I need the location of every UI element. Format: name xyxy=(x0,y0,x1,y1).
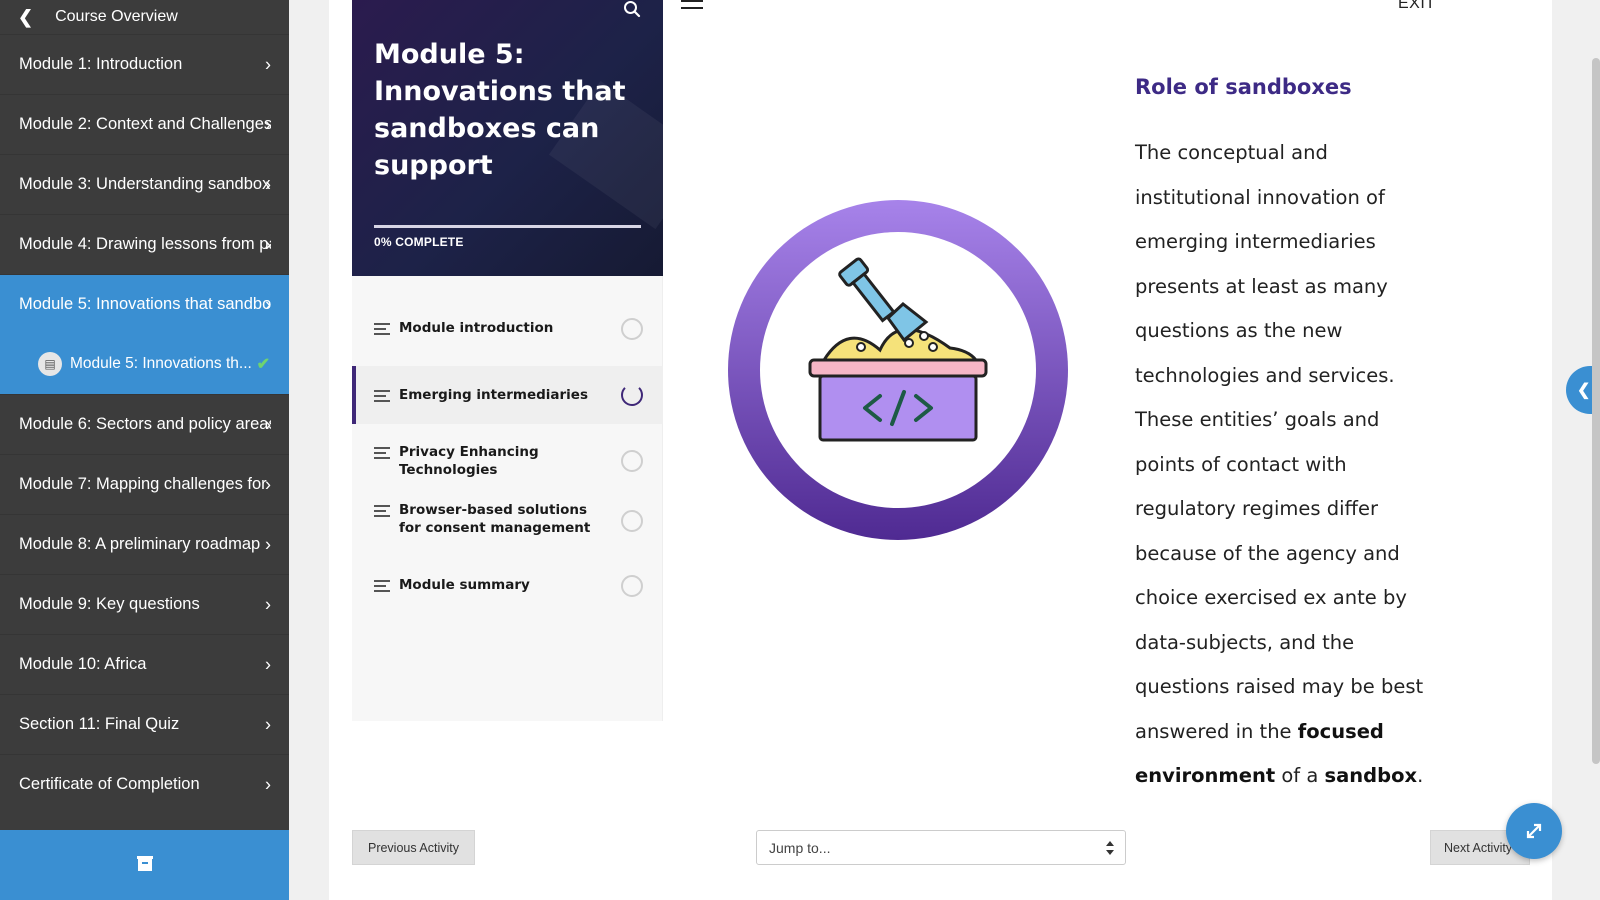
previous-activity-button[interactable]: Previous Activity xyxy=(352,830,475,865)
sidebar-item-label: Module 7: Mapping challenges for xyxy=(19,475,267,493)
expand-icon xyxy=(1526,823,1542,839)
chevron-right-icon: › xyxy=(265,414,271,434)
sidebar-item-label: Module 10: Africa xyxy=(19,655,147,673)
content-body-text: The conceptual and institutional innovat… xyxy=(1135,141,1424,743)
chevron-right-icon: › xyxy=(265,594,271,614)
sidebar-item-module-5[interactable]: Module 5: Innovations that sandboxes › xyxy=(0,274,289,334)
sidebar-item-certificate[interactable]: Certificate of Completion › xyxy=(0,754,289,814)
sidebar-item-module-9[interactable]: Module 9: Key questions › xyxy=(0,574,289,634)
in-progress-circle-icon xyxy=(621,384,643,406)
sidebar-item-final-quiz[interactable]: Section 11: Final Quiz › xyxy=(0,694,289,754)
sidebar-item-label: Module 1: Introduction xyxy=(19,55,183,73)
chevron-right-icon: › xyxy=(265,114,271,134)
chevron-right-icon: › xyxy=(265,654,271,674)
chevron-down-icon: › xyxy=(265,294,271,314)
lesson-item-module-summary[interactable]: Module summary xyxy=(352,574,663,597)
sidebar-item-module-1[interactable]: Module 1: Introduction › xyxy=(0,34,289,94)
scrollbar[interactable] xyxy=(1592,58,1600,764)
status-circle-icon xyxy=(621,450,643,472)
archive-icon xyxy=(136,856,153,871)
sidebar-item-label: Module 6: Sectors and policy areas xyxy=(19,415,271,433)
sidebar-item-label: Module 5: Innovations that sandboxes xyxy=(19,295,271,313)
sidebar-item-label: Module 9: Key questions xyxy=(19,595,200,613)
chevron-right-icon: › xyxy=(265,474,271,494)
lesson-doc-icon: ▤ xyxy=(38,352,62,376)
sidebar-subitem-module-5-lesson[interactable]: ▤ Module 5: Innovations th... ✔ xyxy=(0,334,289,394)
lesson-item-emerging-intermediaries[interactable]: Emerging intermediaries xyxy=(352,366,663,424)
sidebar-footer-button[interactable] xyxy=(0,830,289,900)
jump-to-select[interactable]: Jump to... xyxy=(756,830,1126,865)
content-connector: of a xyxy=(1281,764,1319,787)
chevron-right-icon: › xyxy=(265,174,271,194)
status-circle-icon xyxy=(621,510,643,532)
sidebar-item-label: Module 3: Understanding sandboxes xyxy=(19,175,271,193)
lesson-item-label: Browser-based solutions for consent mana… xyxy=(399,502,591,536)
course-overview-label: Course Overview xyxy=(55,8,178,25)
chevron-right-icon: › xyxy=(265,714,271,734)
sidebar-item-module-2[interactable]: Module 2: Context and Challenges › xyxy=(0,94,289,154)
sidebar-item-label: Section 11: Final Quiz xyxy=(19,715,180,733)
chevron-left-icon: ❮ xyxy=(18,6,34,27)
sidebar-item-module-10[interactable]: Module 10: Africa › xyxy=(0,634,289,694)
lesson-header: Module 5: Innovations that sandboxes can… xyxy=(352,0,663,276)
jump-to-placeholder: Jump to... xyxy=(769,839,831,856)
status-circle-icon xyxy=(621,317,643,340)
chevron-right-icon: › xyxy=(265,534,271,554)
chevron-left-icon: ❮ xyxy=(1577,382,1591,399)
exit-button[interactable]: EXIT xyxy=(1398,0,1436,13)
text-lines-icon xyxy=(374,447,390,462)
text-lines-icon xyxy=(374,390,390,405)
text-lines-icon xyxy=(374,323,390,338)
sandbox-illustration xyxy=(728,200,1068,540)
sidebar-item-label: Module 2: Context and Challenges xyxy=(19,115,271,133)
lesson-item-label: Emerging intermediaries xyxy=(399,387,588,403)
status-circle-icon xyxy=(621,574,643,597)
text-lines-icon xyxy=(374,580,390,595)
sidebar-item-label: Certificate of Completion xyxy=(19,775,200,793)
lesson-item-label: Privacy Enhancing Technologies xyxy=(399,444,539,478)
sidebar-item-module-6[interactable]: Module 6: Sectors and policy areas › xyxy=(0,394,289,454)
lesson-item-label: Module summary xyxy=(399,577,530,593)
lesson-item-module-introduction[interactable]: Module introduction xyxy=(352,317,663,340)
lesson-title: Module 5: Innovations that sandboxes can… xyxy=(374,39,626,181)
course-sidebar: ❮ Course Overview Module 1: Introduction… xyxy=(0,0,289,900)
sidebar-subitem-label: Module 5: Innovations th... xyxy=(70,355,252,372)
lesson-item-privacy-enhancing-technologies[interactable]: Privacy Enhancing Technologies xyxy=(352,443,663,479)
emphasis-sandbox: sandbox xyxy=(1324,764,1418,787)
sidebar-item-module-4[interactable]: Module 4: Drawing lessons from past › xyxy=(0,214,289,274)
sidebar-item-module-3[interactable]: Module 3: Understanding sandboxes › xyxy=(0,154,289,214)
lesson-item-label: Module introduction xyxy=(399,320,554,336)
sidebar-item-label: Module 8: A preliminary roadmap xyxy=(19,535,261,553)
chevron-right-icon: › xyxy=(265,234,271,254)
course-overview-link[interactable]: ❮ Course Overview xyxy=(0,0,289,34)
sidebar-item-module-8[interactable]: Module 8: A preliminary roadmap › xyxy=(0,514,289,574)
progress-bar xyxy=(374,225,641,228)
content-end: . xyxy=(1417,764,1424,787)
select-arrows-icon xyxy=(1106,841,1114,855)
content-body: The conceptual and institutional innovat… xyxy=(1135,131,1445,799)
progress-label: 0% COMPLETE xyxy=(374,235,464,249)
chevron-right-icon: › xyxy=(265,774,271,794)
sidebar-item-label: Module 4: Drawing lessons from past xyxy=(19,235,271,253)
checkmark-icon: ✔ xyxy=(256,356,270,373)
expand-fullscreen-button[interactable] xyxy=(1506,803,1562,859)
text-lines-icon xyxy=(374,505,390,520)
sidebar-item-module-7[interactable]: Module 7: Mapping challenges for › xyxy=(0,454,289,514)
chevron-right-icon: › xyxy=(265,54,271,74)
search-icon[interactable] xyxy=(623,0,641,18)
content-heading: Role of sandboxes xyxy=(1135,75,1352,99)
lesson-item-browser-based-solutions[interactable]: Browser-based solutions for consent mana… xyxy=(352,501,663,537)
lesson-outline: Module introduction Emerging intermediar… xyxy=(352,276,663,721)
hamburger-icon[interactable] xyxy=(681,0,703,14)
